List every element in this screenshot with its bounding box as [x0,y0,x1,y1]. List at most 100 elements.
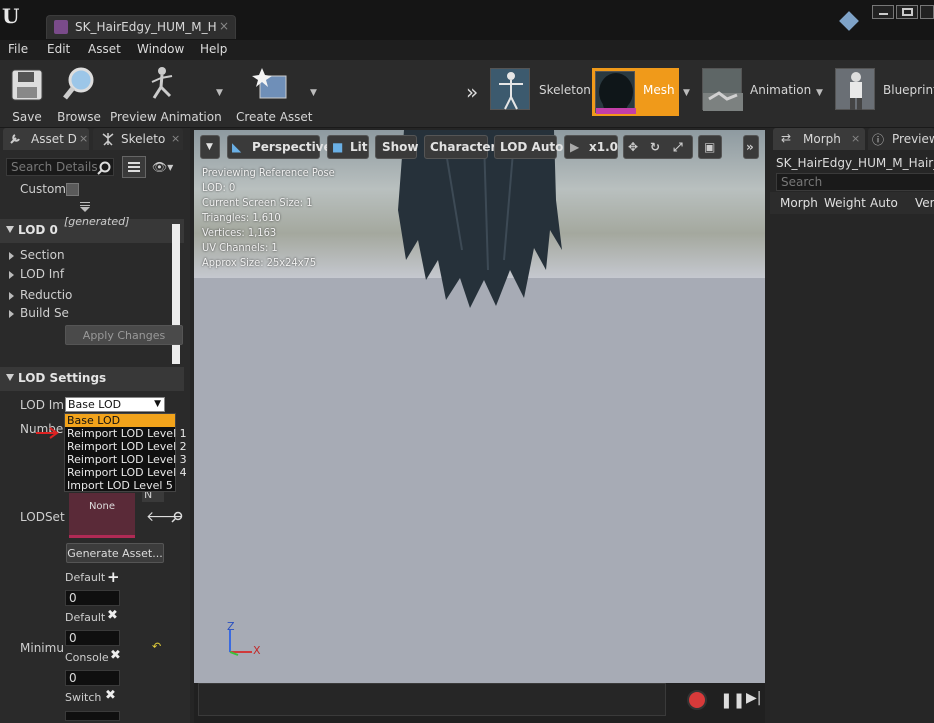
preview-animation-dropdown-icon[interactable]: ▼ [216,88,223,98]
timeline-track[interactable] [198,683,666,716]
switch-value-field[interactable] [65,711,120,721]
reset-to-default-icon[interactable]: ↶ [152,640,161,653]
close-window-button[interactable] [920,5,934,19]
perspective-icon: ◣ [232,140,242,154]
show-button[interactable]: Show [375,135,419,159]
mode-animation-button[interactable]: Animation [702,68,814,116]
lod0-item-sections[interactable]: Section [0,248,184,264]
lit-button[interactable]: ■ Lit [327,135,369,159]
tab-skeleton-tree-close-icon[interactable]: × [171,132,180,145]
morph-search-input[interactable]: Search [776,173,934,191]
translate-icon[interactable]: ✥ [628,140,638,154]
lod-option-reimport-4[interactable]: Reimport LOD Level 4 [65,466,187,479]
remove-switch-icon[interactable]: ✖ [105,688,116,703]
tab-preview-scene[interactable]: ⓘ Preview [868,128,934,150]
tab-asset-details[interactable]: Asset D × [3,128,89,150]
menu-asset[interactable]: Asset [88,42,121,56]
search-details-input[interactable]: Search Details [6,158,114,176]
lod0-item-lod-info[interactable]: LOD Inf [0,267,184,283]
animation-icon [702,68,743,111]
stat-screen-size: Current Screen Size: 1 [202,196,313,209]
tab-morph-close-icon[interactable]: × [851,132,860,145]
lodsettings-asset-thumbnail[interactable]: None [69,493,135,538]
tab-asset-details-label: Asset D [31,132,77,146]
perspective-button[interactable]: ◣ Perspective [227,135,332,159]
browse-asset-search-icon[interactable] [171,511,183,523]
viewport[interactable]: ▼ ◣ Perspective ■ Lit Show Character LOD… [194,130,765,683]
step-forward-icon[interactable]: ▶| [746,690,761,706]
lod-auto-label: LOD Auto [500,140,564,154]
chevron-double-right-icon[interactable]: » [466,80,478,104]
running-figure-icon [151,67,173,99]
unreal-logo-icon[interactable]: U [2,4,26,32]
remove-element-icon[interactable]: ✖ [107,608,118,623]
create-asset-dropdown-icon[interactable]: ▼ [310,88,317,98]
stat-uv-channels: UV Channels: 1 [202,241,278,254]
lod-settings-section-header[interactable]: LOD Settings [0,367,184,391]
notification-icon[interactable] [839,11,859,31]
save-button[interactable]: Save [4,66,50,124]
lod0-item-reduction[interactable]: Reductio [0,288,184,304]
tab-asset-details-close-icon[interactable]: × [79,132,88,145]
menu-help[interactable]: Help [200,42,227,56]
custom-checkbox[interactable] [66,183,79,196]
add-element-icon[interactable]: + [107,568,120,586]
scale-icon[interactable]: ⤢ [673,140,683,155]
viewport-more-button[interactable]: » [743,135,759,159]
menu-file[interactable]: File [8,42,28,56]
eye-icon[interactable]: 👁▾ [152,160,173,174]
mode-mesh-button[interactable]: Mesh [592,68,679,116]
animation-dropdown-icon[interactable]: ▼ [816,88,823,98]
menu-bar: File Edit Asset Window Help [0,40,934,60]
chevron-double-right-icon: » [746,140,754,154]
character-button[interactable]: Character [424,135,496,159]
lod-option-base[interactable]: Base LOD [65,414,175,427]
lod-option-reimport-3[interactable]: Reimport LOD Level 3 [65,453,187,466]
minimize-button[interactable] [872,5,894,19]
mesh-dropdown-icon[interactable]: ▼ [683,88,690,98]
splitter-handle-icon[interactable] [80,202,90,206]
collapsed-arrow-icon [9,292,14,300]
lod-settings-title: LOD Settings [18,371,107,385]
column-vertices[interactable]: Ver [915,196,934,210]
lodsettings-value: None [88,501,116,512]
console-value-field[interactable]: 0 [65,670,120,686]
lod-option-import-5[interactable]: Import LOD Level 5 [65,479,175,492]
close-tab-icon[interactable]: × [219,19,229,33]
maximize-button[interactable] [896,5,918,19]
default-value-field-1[interactable]: 0 [65,590,120,606]
column-auto[interactable]: Auto [870,196,898,210]
record-button[interactable] [687,690,707,710]
browse-button[interactable]: Browse [56,66,102,124]
menu-window[interactable]: Window [137,42,184,56]
rotate-icon[interactable]: ↻ [650,140,660,154]
default-value-field-2[interactable]: 0 [65,630,120,646]
lod-import-select[interactable]: Base LOD ▼ [65,397,165,412]
document-tab[interactable]: SK_HairEdgy_HUM_M_Hai × [46,15,236,39]
lod0-item-label: Reductio [20,288,73,302]
generate-asset-button[interactable]: Generate Asset... [66,543,164,563]
view-options-list-icon[interactable] [122,156,146,178]
apply-changes-button[interactable]: Apply Changes [65,325,183,345]
lod-option-reimport-1[interactable]: Reimport LOD Level 1 [65,427,187,440]
remove-console-icon[interactable]: ✖ [110,648,121,663]
mode-blueprint-button[interactable]: Blueprint [835,68,934,116]
column-weight[interactable]: Weight [824,196,866,210]
pause-icon[interactable]: ❚❚ [720,691,745,709]
mode-skeleton-button[interactable]: Skeleton [490,68,591,116]
create-asset-button[interactable]: Create Asset [236,66,313,124]
document-tab-label: SK_HairEdgy_HUM_M_Hai [75,20,217,34]
save-label: Save [12,110,42,124]
lod-auto-button[interactable]: LOD Auto [494,135,563,159]
viewport-stats: Previewing Reference Pose LOD: 0 Current… [194,164,494,274]
tab-skeleton-tree[interactable]: Skeleto × [93,128,183,150]
playback-speed-button[interactable]: ▶ x1.0 [564,135,618,159]
column-morph[interactable]: Morph [780,196,818,210]
lod-option-reimport-2[interactable]: Reimport LOD Level 2 [65,440,187,453]
viewport-options-button[interactable]: ▼ [200,135,220,159]
menu-edit[interactable]: Edit [47,42,70,56]
lod0-item-build-settings[interactable]: Build Se [0,306,184,322]
tab-morph-target-preview[interactable]: ⇄ Morph × [773,128,865,150]
preview-animation-button[interactable]: Preview Animation [110,66,222,124]
camera-mode-button[interactable]: ▣ [698,135,722,159]
